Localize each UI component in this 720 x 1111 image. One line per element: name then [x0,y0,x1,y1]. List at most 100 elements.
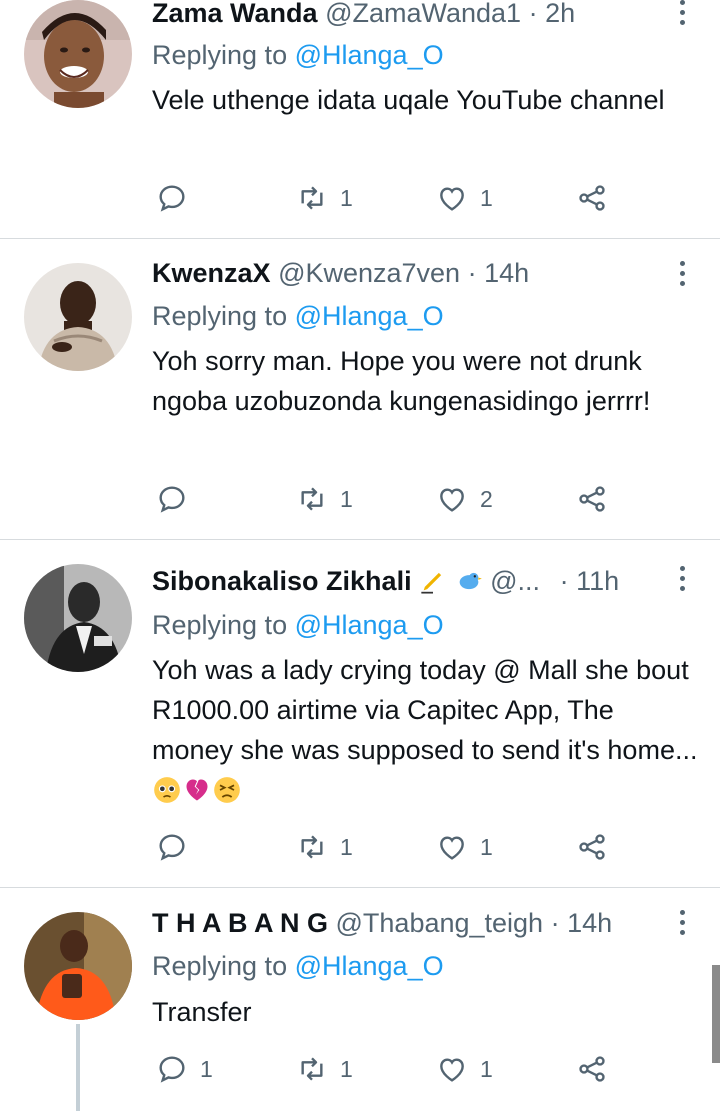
replying-to-label: Replying to [152,40,295,70]
timestamp[interactable]: 14h [567,908,612,938]
retweet-button[interactable]: 1 [296,479,353,519]
share-button[interactable] [576,827,608,867]
separator-dot: · [467,258,477,288]
share-icon [579,834,605,860]
tweet-thabang[interactable]: T H A B A N G @Thabang_teigh · 14h Reply… [0,888,720,1111]
tweet-text: Vele uthenge idata uqale YouTube channel [152,85,665,115]
reply-icon [159,834,185,861]
reply-button[interactable]: 1 [156,1049,213,1089]
heart-icon [440,187,464,211]
more-vertical-icon[interactable] [678,910,686,940]
like-count: 1 [480,1055,493,1082]
replying-to-label: Replying to [152,951,295,981]
user-handle[interactable]: @Thabang_teigh [336,908,544,938]
tweet-zama-wanda[interactable]: Zama Wanda @ZamaWanda1 · 2h Replying to … [0,0,720,238]
retweet-count: 1 [340,184,353,211]
tweet-header: Sibonakaliso Zikhali @... · 11h [152,564,656,598]
timestamp[interactable]: 2h [545,0,575,28]
timestamp[interactable]: 11h [576,566,619,596]
avatar[interactable] [24,564,132,672]
mention-link[interactable]: @Hlanga_O [295,610,444,640]
tweet-text: Transfer [152,997,252,1027]
separator-dot: · [528,0,538,28]
user-handle[interactable]: @Kwenza7ven [278,258,460,288]
like-button[interactable]: 1 [436,1049,493,1089]
writing-hand-icon [421,572,442,594]
persevering-face-icon [214,777,240,803]
pleading-face-icon [154,777,180,803]
tweet-actions: 1 1 [152,827,632,867]
avatar[interactable] [24,0,132,108]
retweet-icon [301,487,323,511]
share-button[interactable] [576,479,608,519]
share-button[interactable] [576,178,608,218]
retweet-count: 1 [340,1055,353,1082]
like-count: 2 [480,485,493,512]
display-name[interactable]: Sibonakaliso Zikhali [152,566,412,596]
retweet-count: 1 [340,833,353,860]
heart-icon [440,1058,464,1082]
like-count: 1 [480,833,493,860]
like-button[interactable]: 1 [436,827,493,867]
like-count: 1 [480,184,493,211]
tweet-text: Yoh was a lady crying today @ Mall she b… [152,655,698,765]
reply-button[interactable] [156,479,200,519]
reply-button[interactable] [156,178,200,218]
tweet-body: Yoh was a lady crying today @ Mall she b… [152,650,700,810]
display-name[interactable]: T H A B A N G [152,908,328,938]
more-vertical-icon[interactable] [678,261,686,291]
retweet-count: 1 [340,485,353,512]
replying-to-label: Replying to [152,301,295,331]
heart-icon [440,488,464,512]
tweet-header: KwenzaX @Kwenza7ven · 14h [152,256,660,290]
broken-heart-icon [186,779,208,801]
tweet-actions: 1 1 [152,178,632,218]
user-handle[interactable]: @... [490,566,540,596]
share-icon [579,185,605,211]
scrollbar[interactable] [712,965,720,1063]
reply-button[interactable] [156,827,200,867]
tweet-sibonakaliso-zikhali[interactable]: Sibonakaliso Zikhali @... · 11h Replying… [0,540,720,887]
replying-to: Replying to @Hlanga_O [152,38,444,72]
mention-link[interactable]: @Hlanga_O [295,951,444,981]
share-icon [579,1056,605,1082]
reply-icon [159,185,185,212]
replying-to-label: Replying to [152,610,295,640]
display-name[interactable]: KwenzaX [152,258,271,288]
bird-icon [459,572,482,590]
retweet-button[interactable]: 1 [296,178,353,218]
retweet-icon [301,186,323,210]
separator-dot: · [550,908,560,938]
mention-link[interactable]: @Hlanga_O [295,301,444,331]
reply-icon [159,486,185,513]
heart-icon [440,836,464,860]
separator-dot: · [559,566,569,596]
replying-to: Replying to @Hlanga_O [152,608,444,642]
timestamp[interactable]: 14h [484,258,529,288]
avatar[interactable] [24,912,132,1020]
thread-connector [76,1024,80,1111]
reply-icon [159,1056,185,1083]
like-button[interactable]: 1 [436,178,493,218]
tweet-header: Zama Wanda @ZamaWanda1 · 2h [152,0,660,30]
retweet-button[interactable]: 1 [296,1049,353,1089]
avatar[interactable] [24,263,132,371]
user-handle[interactable]: @ZamaWanda1 [325,0,521,28]
replying-to: Replying to @Hlanga_O [152,299,444,333]
tweet-kwenzax[interactable]: KwenzaX @Kwenza7ven · 14h Replying to @H… [0,239,720,539]
more-vertical-icon[interactable] [678,566,686,596]
reply-count: 1 [200,1055,213,1082]
share-button[interactable] [576,1049,608,1089]
mention-link[interactable]: @Hlanga_O [295,40,444,70]
like-button[interactable]: 2 [436,479,493,519]
retweet-icon [301,1057,323,1081]
share-icon [579,486,605,512]
retweet-icon [301,835,323,859]
display-name[interactable]: Zama Wanda [152,0,318,28]
retweet-button[interactable]: 1 [296,827,353,867]
tweet-actions: 1 1 1 [152,1049,632,1089]
replying-to: Replying to @Hlanga_O [152,949,444,983]
tweet-header: T H A B A N G @Thabang_teigh · 14h [152,906,660,940]
tweet-text: Yoh sorry man. Hope you were not drunk n… [152,346,651,416]
more-vertical-icon[interactable] [678,0,686,30]
